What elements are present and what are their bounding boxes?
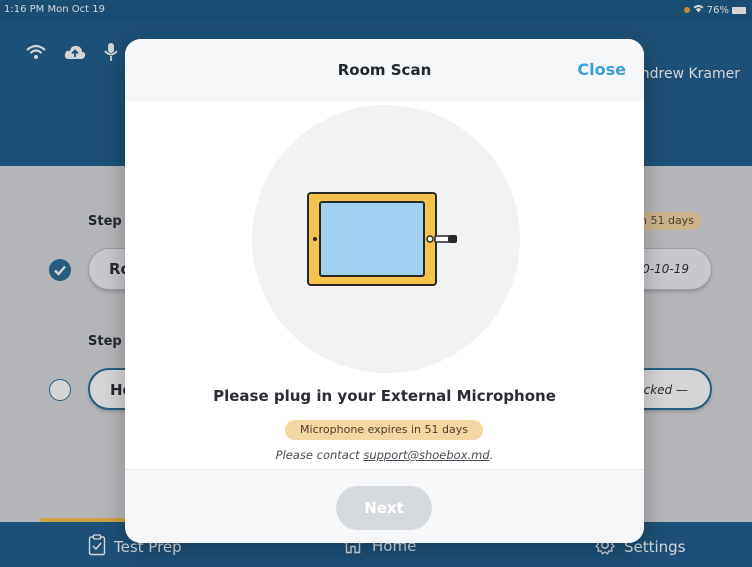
modal-message: Please plug in your External Microphone	[213, 387, 556, 405]
room-scan-modal: Room Scan Close Please plug in your Exte…	[125, 39, 644, 543]
support-email-link[interactable]: support@shoebox.md	[363, 448, 489, 462]
modal-footer: Next	[125, 469, 644, 543]
contact-text: Please contact support@shoebox.md.	[125, 448, 644, 462]
modal-header: Room Scan Close	[125, 39, 644, 101]
microphone-expiry-badge: Microphone expires in 51 days	[285, 420, 483, 440]
tablet-microphone-icon	[300, 189, 460, 293]
contact-prefix: Please contact	[275, 448, 364, 462]
next-button[interactable]: Next	[336, 486, 432, 530]
close-button[interactable]: Close	[577, 60, 626, 79]
modal-title: Room Scan	[337, 61, 432, 79]
contact-suffix: .	[489, 448, 494, 462]
